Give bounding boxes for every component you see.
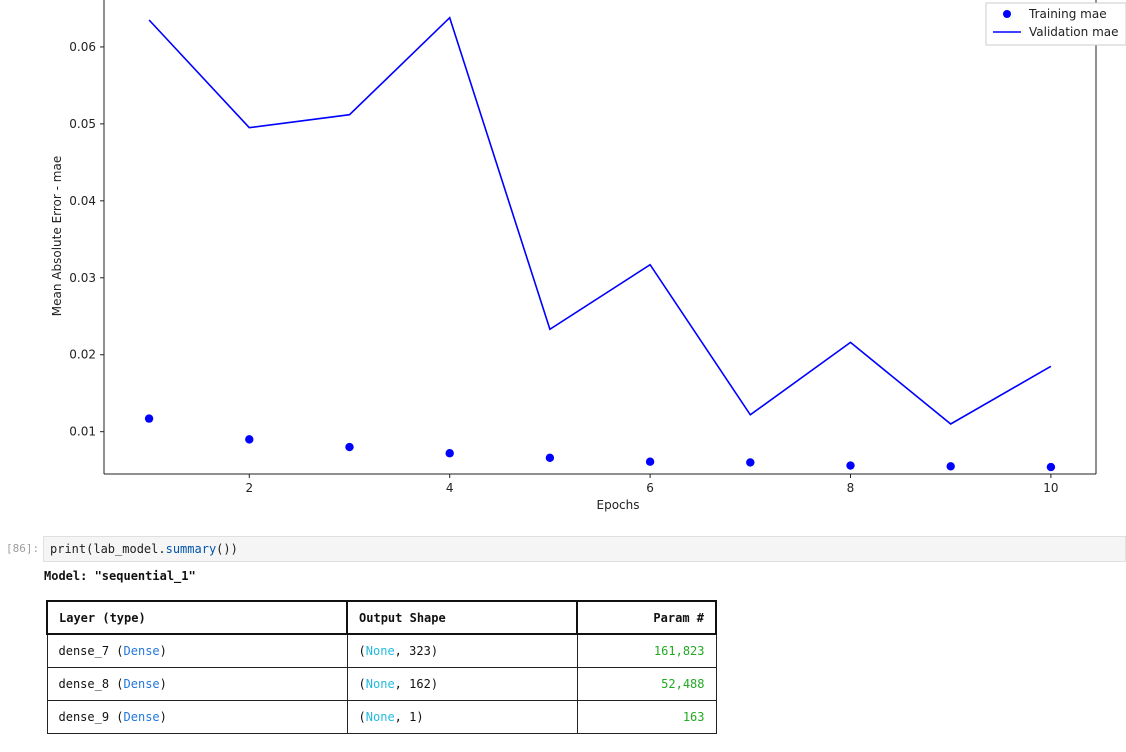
code-input[interactable]: print(lab_model.summary()) <box>43 536 1126 562</box>
code-cell[interactable]: [86]: print(lab_model.summary()) <box>0 534 1126 564</box>
chart-marks <box>144 16 1056 472</box>
training-mae-point <box>846 461 855 470</box>
layer-name: dense_8 <box>58 676 110 691</box>
training-mae-point <box>345 442 354 452</box>
shape-none: None <box>365 676 395 691</box>
y-tick-label: 0.06 <box>69 40 96 54</box>
validation-mae-line <box>148 16 1052 425</box>
params-cell: 163 <box>576 700 717 734</box>
training-mae-point <box>1046 462 1056 472</box>
layer-type: Dense <box>123 643 160 658</box>
params-cell: 52,488 <box>576 667 717 701</box>
layer-cell: dense_8 (Dense) <box>46 667 348 701</box>
training-mae-point <box>545 453 555 463</box>
x-tick-label: 6 <box>646 481 654 495</box>
legend-marker-training <box>1003 10 1011 18</box>
y-tick-label: 0.04 <box>69 194 96 208</box>
model-title: Model: "sequential_1" <box>44 569 196 583</box>
legend-label-training: Training mae <box>1028 7 1107 21</box>
layer-type: Dense <box>123 676 160 691</box>
summary-header-row: Layer (type) Output Shape Param # <box>45 600 717 635</box>
table-row: dense_8 (Dense) (None, 162) 52,488 <box>46 667 717 701</box>
x-tick-label: 4 <box>446 481 454 495</box>
code-method: summary <box>165 542 217 556</box>
table-row: dense_9 (Dense) (None, 1) 163 <box>46 700 717 734</box>
y-tick-label: 0.02 <box>69 348 96 362</box>
shape-dim: 162 <box>409 676 431 691</box>
layer-type: Dense <box>123 709 160 724</box>
training-mae-point <box>645 457 655 466</box>
code-prefix: print(lab_model. <box>50 542 166 556</box>
training-mae-point <box>746 458 755 467</box>
shape-dim: 323 <box>409 643 431 658</box>
layer-cell: dense_7 (Dense) <box>46 634 348 668</box>
y-tick-label: 0.03 <box>69 271 96 285</box>
shape-none: None <box>365 643 395 658</box>
training-mae-point <box>245 435 254 444</box>
y-tick-label: 0.05 <box>69 117 96 131</box>
shape-dim: 1 <box>409 709 417 724</box>
chart-axes: 2 4 6 8 10 0.01 0.02 0.03 0.04 0.05 0.06 <box>69 0 1097 495</box>
shape-cell: (None, 162) <box>346 667 578 701</box>
mae-chart: 2 4 6 8 10 0.01 0.02 0.03 0.04 0.05 0.06 Epochs Me… <box>50 0 1126 512</box>
x-tick-label: 8 <box>847 481 855 495</box>
shape-cell: (None, 323) <box>346 634 578 668</box>
y-axis-label: Mean Absolute Error - mae <box>50 156 64 316</box>
shape-cell: (None, 1) <box>346 700 578 734</box>
x-tick-label: 2 <box>245 481 253 495</box>
layer-name: dense_7 <box>58 643 110 658</box>
training-mae-point <box>946 462 955 471</box>
layer-cell: dense_9 (Dense) <box>46 700 348 734</box>
x-axis-label: Epochs <box>597 498 640 512</box>
shape-none: None <box>365 709 395 724</box>
header-output-shape: Output Shape <box>346 600 578 635</box>
header-params: Param # <box>576 600 717 635</box>
code-text: print(lab_model.summary()) <box>50 542 238 556</box>
model-summary-table: Layer (type) Output Shape Param # dense_… <box>45 600 717 734</box>
code-suffix: ()) <box>216 542 238 556</box>
cell-prompt: [86]: <box>6 542 40 555</box>
y-tick-label: 0.01 <box>69 425 96 439</box>
training-mae-point <box>144 414 154 423</box>
chart-legend: Training mae Validation mae <box>985 2 1126 46</box>
training-mae-point <box>445 449 454 458</box>
params-cell: 161,823 <box>576 634 717 668</box>
legend-label-validation: Validation mae <box>1029 25 1119 39</box>
x-tick-label: 10 <box>1043 481 1058 495</box>
layer-name: dense_9 <box>58 709 110 724</box>
header-layer: Layer (type) <box>45 600 348 635</box>
table-row: dense_7 (Dense) (None, 323) 161,823 <box>46 634 717 668</box>
